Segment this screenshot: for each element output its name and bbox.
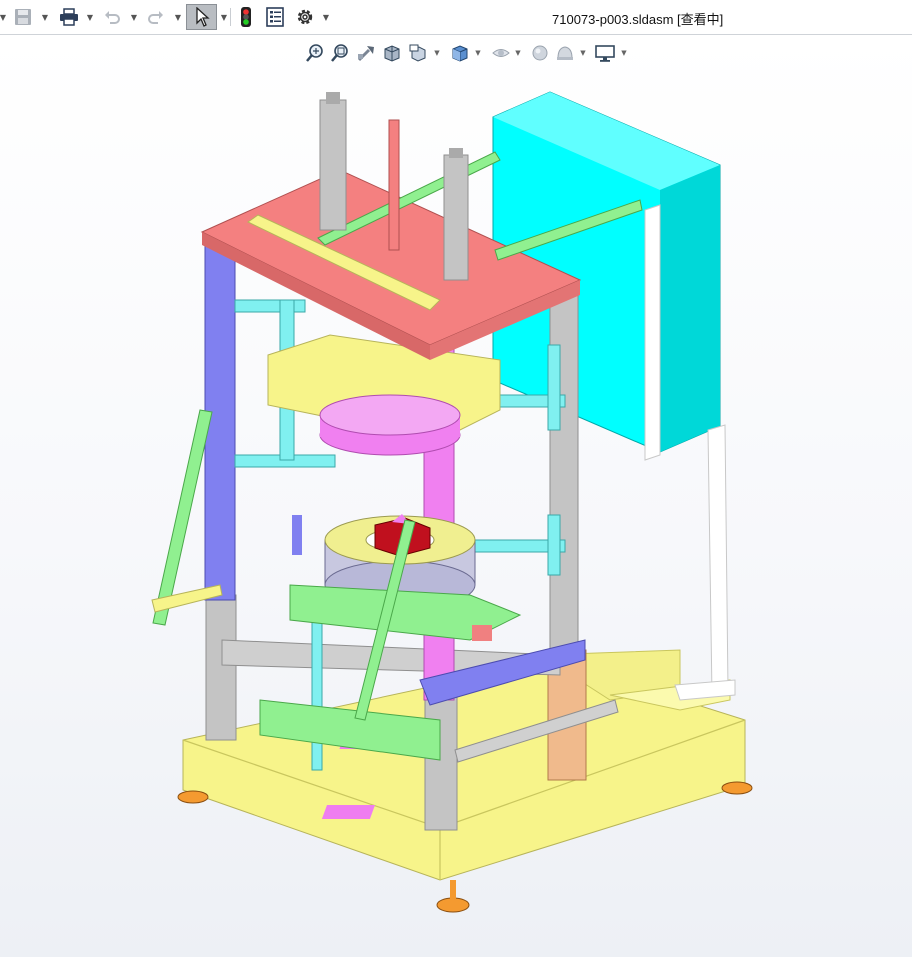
undo-dropdown-arrow[interactable]: ▼: [129, 4, 139, 30]
traffic-light-icon[interactable]: [233, 4, 259, 30]
select-dropdown-arrow[interactable]: ▼: [219, 4, 229, 30]
print-dropdown-arrow[interactable]: ▼: [85, 4, 95, 30]
front-right-column-lower: [424, 689, 458, 831]
front-left-column-lower: [205, 594, 237, 741]
window-title: 710073-p003.sldasm [查看中]: [552, 12, 724, 27]
select-pointer-icon[interactable]: [186, 4, 217, 30]
title-bar: ▼ ▼ ▼ ▼ ▼ ▼ ▼ 710073-p003.sldasm [查看中]: [0, 0, 912, 35]
print-icon[interactable]: [56, 4, 82, 30]
assembly-model-view[interactable]: [0, 35, 912, 957]
save-icon[interactable]: [10, 4, 36, 30]
mid-block: [472, 625, 492, 641]
toolbar-overflow-arrow[interactable]: ▼: [0, 4, 8, 30]
toolbar-separator: [230, 8, 231, 26]
save-dropdown-arrow[interactable]: ▼: [40, 4, 50, 30]
undo-icon[interactable]: [99, 4, 125, 30]
file-properties-icon[interactable]: [262, 4, 288, 30]
upper-rotary-disc: [319, 394, 461, 456]
side-post: [292, 515, 302, 555]
redo-dropdown-arrow[interactable]: ▼: [173, 4, 183, 30]
settings-dropdown-arrow[interactable]: ▼: [321, 4, 331, 30]
redo-icon[interactable]: [143, 4, 169, 30]
gear-icon[interactable]: [292, 4, 318, 30]
